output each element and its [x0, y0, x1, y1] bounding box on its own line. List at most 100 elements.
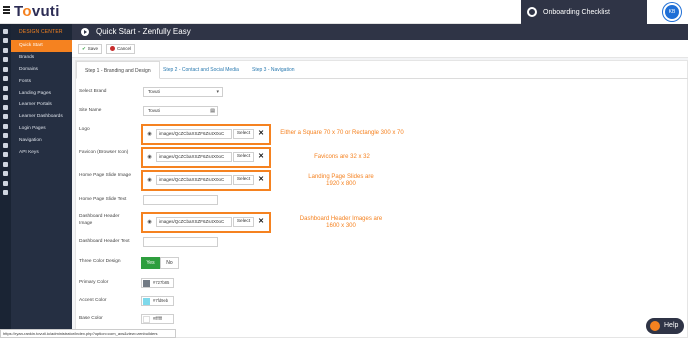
logo-text-part: vuti	[31, 3, 60, 20]
logo-select-button[interactable]: Select	[233, 129, 254, 139]
sidebar: DESIGN CENTER Quick Start Brands Domains…	[11, 24, 72, 338]
favicon-select-button[interactable]: Select	[233, 152, 254, 162]
site-name-input[interactable]: Tovuti ▤	[143, 106, 218, 116]
sidebar-item-landing-pages[interactable]: Landing Pages	[11, 88, 72, 100]
form-panel: Step 1 - Branding and Design Step 2 - Co…	[75, 60, 688, 338]
tab-step-3[interactable]: Step 3 - Navigation	[244, 61, 303, 79]
calendar-icon[interactable]	[3, 114, 8, 119]
save-button[interactable]: ✔ Save	[78, 44, 103, 54]
home-slide-text-input[interactable]	[143, 195, 218, 205]
home-slide-image-path-input[interactable]: images/QcZCbaXSZF6Zs4X0oC	[156, 175, 232, 185]
accent-color-label: Accent Color	[79, 298, 107, 303]
dashboard-header-image-select-button[interactable]: Select	[233, 217, 254, 227]
dollar-icon[interactable]	[3, 133, 8, 138]
star-icon[interactable]	[3, 104, 8, 110]
sidebar-item-quick-start[interactable]: Quick Start	[11, 40, 72, 52]
sidebar-item-domains[interactable]: Domains	[11, 64, 72, 76]
color-hex-value: #7fd9eb	[153, 298, 169, 303]
dashboard-header-image-path-input[interactable]: images/QcZCbaXSZF6Zs4X0oC	[156, 217, 232, 227]
three-color-no-button[interactable]: No	[160, 257, 179, 269]
site-name-label: Site Name	[79, 108, 102, 113]
brand-select[interactable]: Tovuti	[143, 87, 223, 97]
label-line: Image	[79, 220, 93, 226]
card-icon[interactable]	[3, 123, 8, 129]
dashboard-header-text-input[interactable]	[143, 237, 218, 247]
toolbar: ✔ Save Cancel	[72, 40, 688, 58]
list-icon[interactable]	[3, 142, 8, 148]
favicon-size-note: Favicons are 32 x 32	[314, 154, 370, 160]
home-slide-image-label: Home Page Slide Image	[79, 173, 131, 178]
dashboard-header-text-label: Dashboard Header Text	[79, 239, 130, 244]
cancel-button[interactable]: Cancel	[106, 44, 136, 54]
logo-label: Logo	[79, 127, 90, 132]
favicon-media-field: ◉ images/QcZCbaXSZF6Zs4X0oC Select ✕	[141, 147, 271, 168]
primary-color-picker[interactable]: #727b85	[141, 278, 174, 288]
eye-icon[interactable]: ◉	[146, 130, 153, 138]
sidebar-item-learner-dashboards[interactable]: Learner Dashboards	[11, 111, 72, 123]
sidebar-item-brands[interactable]: Brands	[11, 52, 72, 64]
home-slide-text-label: Home Page Slide Text	[79, 197, 127, 202]
base-color-picker[interactable]: #ffffff	[141, 314, 174, 324]
accessibility-icon[interactable]	[3, 180, 8, 186]
home-slide-image-select-button[interactable]: Select	[233, 175, 254, 185]
chat-icon[interactable]	[3, 161, 8, 167]
avatar[interactable]: KB	[663, 3, 681, 21]
sidebar-item-fonts[interactable]: Fonts	[11, 76, 72, 88]
power-icon[interactable]	[3, 190, 8, 195]
page-header: Quick Start - Zenfully Easy	[72, 24, 688, 40]
color-swatch	[143, 298, 150, 305]
favicon-path-input[interactable]: images/QcZCbaXSZF6Zs4X0oC	[156, 152, 232, 162]
tab-step-1[interactable]: Step 1 - Branding and Design	[76, 61, 160, 79]
rocket-icon[interactable]	[3, 38, 8, 43]
accent-color-picker[interactable]: #7fd9eb	[141, 296, 174, 306]
tab-step-2[interactable]: Step 2 - Contact and Social Media	[155, 61, 247, 79]
app-logo[interactable]: Tovuti	[14, 3, 60, 20]
dashboard-header-size-note: Dashboard Header Images are 1600 x 300	[288, 216, 394, 230]
clear-icon[interactable]: ✕	[256, 129, 266, 139]
three-color-design-label: Three Color Design	[79, 259, 121, 264]
dashboard-header-image-media-field: ◉ images/QcZCbaXSZF6Zs4X0oC Select ✕	[141, 212, 271, 233]
eye-icon[interactable]: ◉	[146, 218, 153, 226]
chart-icon[interactable]	[3, 57, 8, 62]
trophy-icon[interactable]	[3, 76, 8, 81]
sidebar-item-api-keys[interactable]: API Keys	[11, 147, 72, 159]
play-circle-icon	[81, 28, 89, 36]
three-color-yes-button[interactable]: Yes	[141, 257, 160, 269]
sidebar-item-navigation[interactable]: Navigation	[11, 135, 72, 147]
site-name-value: Tovuti	[148, 108, 160, 113]
megaphone-icon[interactable]	[3, 85, 8, 91]
note-line: Landing Page Slides are	[308, 174, 374, 180]
home-slide-image-media-field: ◉ images/QcZCbaXSZF6Zs4X0oC Select ✕	[141, 170, 271, 191]
cloud-icon[interactable]	[3, 171, 8, 176]
user-menu[interactable]: KB	[647, 0, 688, 24]
cancel-label: Cancel	[117, 46, 132, 51]
eye-icon[interactable]: ◉	[146, 176, 153, 184]
cancel-icon	[110, 46, 115, 51]
note-line: 1600 x 300	[326, 223, 356, 229]
note-line: 1920 x 800	[326, 181, 356, 187]
grid-icon[interactable]	[3, 152, 8, 157]
color-hex-value: #727b85	[153, 280, 170, 285]
brush-icon[interactable]	[3, 95, 8, 100]
help-button[interactable]: Help	[646, 318, 684, 334]
users-icon[interactable]	[3, 47, 8, 53]
help-label: Help	[664, 322, 679, 329]
hamburger-menu-icon[interactable]	[3, 6, 10, 15]
logo-path-input[interactable]: images/QcZCbaXSZF6Zs4X0oC	[156, 129, 232, 139]
home-icon[interactable]	[3, 28, 8, 34]
color-hex-value: #ffffff	[153, 316, 162, 321]
save-label: Save	[87, 46, 99, 51]
book-icon[interactable]	[3, 66, 8, 72]
clear-icon[interactable]: ✕	[256, 152, 266, 162]
icon-rail	[0, 24, 11, 338]
sidebar-item-learner-portals[interactable]: Learner Portals	[11, 99, 72, 111]
sidebar-item-login-pages[interactable]: Login Pages	[11, 123, 72, 135]
eye-icon[interactable]: ◉	[146, 153, 153, 161]
dashboard-header-image-label: Dashboard Header Image	[79, 214, 135, 227]
clear-icon[interactable]: ✕	[256, 175, 266, 185]
clear-icon[interactable]: ✕	[256, 217, 266, 227]
help-icon	[650, 321, 660, 331]
color-swatch	[143, 316, 150, 323]
onboarding-checklist-button[interactable]: Onboarding Checklist	[521, 0, 647, 24]
gear-icon	[527, 7, 537, 17]
